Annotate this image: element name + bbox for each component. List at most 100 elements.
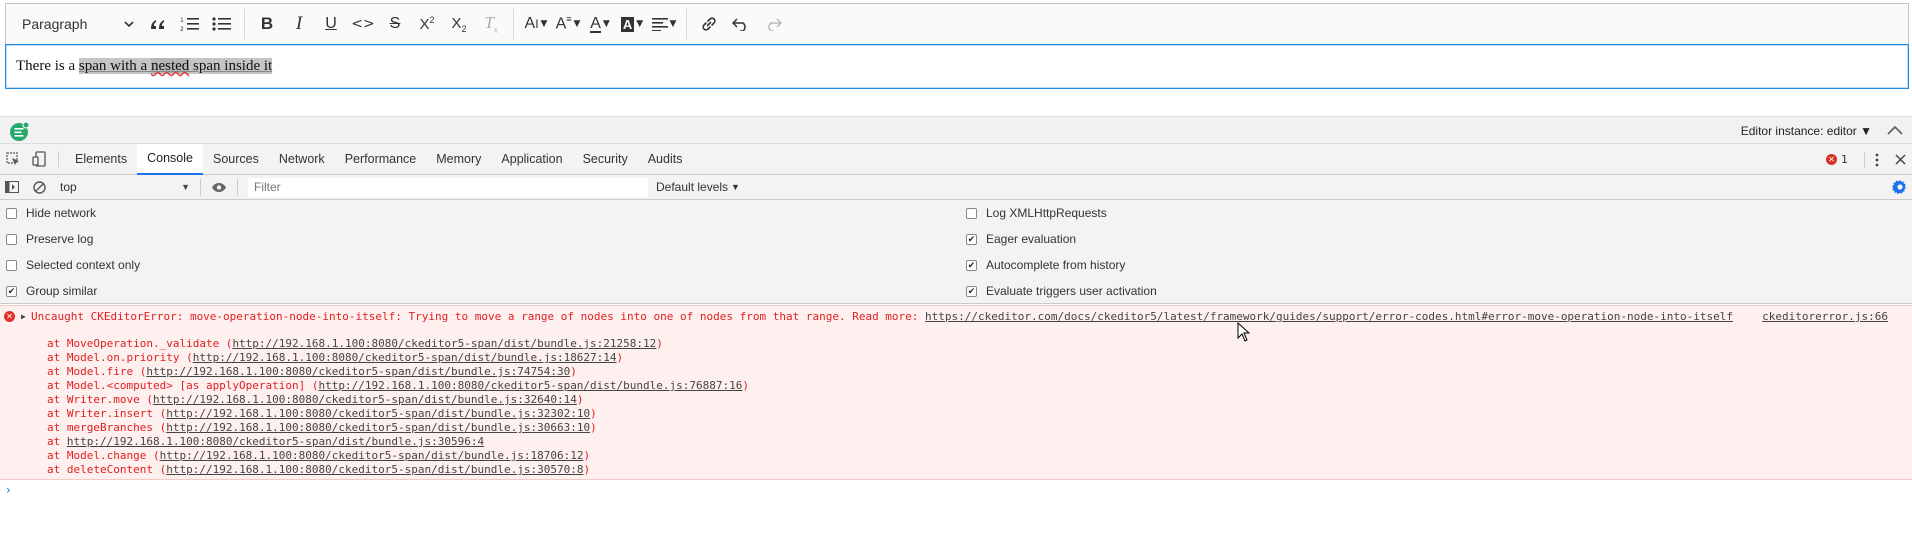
frame-text: at Model.<computed> [as applyOperation] …	[47, 379, 319, 392]
kebab-menu-icon[interactable]	[1875, 153, 1879, 167]
frame-text: at Writer.move (	[47, 393, 153, 406]
editor-toolbar: Paragraph 12 B I U <> S X2 X2 Tx AI ▼ A≡ ▼…	[5, 3, 1909, 44]
toolbar-divider	[237, 178, 238, 196]
expand-triangle-icon[interactable]: ▶	[21, 312, 26, 321]
console-filter-input[interactable]	[248, 177, 648, 197]
toolbar-divider	[1864, 151, 1865, 168]
code-button[interactable]: <>	[347, 8, 379, 40]
error-source-link[interactable]: ckeditorerror.js:66	[1762, 310, 1888, 323]
link-button[interactable]	[693, 8, 725, 40]
undo-button[interactable]	[725, 8, 757, 40]
inspect-element-button[interactable]	[0, 152, 26, 166]
bulleted-list-button[interactable]	[206, 8, 238, 40]
font-background-color-dropdown[interactable]: A ▼	[616, 8, 648, 40]
checkbox-checked[interactable]: ✔	[966, 233, 977, 245]
checkbox-checked[interactable]: ✔	[966, 259, 977, 271]
superscript-button[interactable]: X2	[411, 8, 443, 40]
alignment-dropdown[interactable]: ▼	[648, 8, 680, 40]
font-size-dropdown[interactable]: AI ▼	[520, 8, 552, 40]
tab-memory[interactable]: Memory	[426, 144, 491, 175]
quote-icon	[151, 20, 164, 29]
redo-button[interactable]	[757, 8, 789, 40]
setting-eager-evaluation[interactable]: ✔ Eager evaluation	[966, 232, 1076, 246]
eye-icon[interactable]	[211, 182, 227, 193]
checkbox-checked[interactable]: ✔	[6, 285, 17, 297]
span-text: span with a	[78, 58, 151, 74]
frame-link[interactable]: http://192.168.1.100:8080/ckeditor5-span…	[153, 393, 577, 406]
editor-content[interactable]: There is a span with a nested span insid…	[5, 44, 1909, 89]
setting-log-xmlhttprequests[interactable]: Log XMLHttpRequests	[966, 206, 1107, 220]
caret-down-icon: ▼	[540, 19, 548, 29]
clear-console-icon[interactable]	[33, 180, 46, 194]
underline-icon: U	[325, 15, 337, 32]
checkbox[interactable]	[6, 259, 17, 271]
close-icon[interactable]	[1895, 154, 1906, 165]
gear-icon[interactable]	[1892, 179, 1908, 195]
selected-span: span with a nested span inside it	[78, 58, 273, 74]
tab-audits[interactable]: Audits	[638, 144, 693, 175]
underline-button[interactable]: U	[315, 8, 347, 40]
checkbox[interactable]	[6, 233, 17, 245]
numbered-list-button[interactable]: 12	[174, 8, 206, 40]
setting-evaluate-triggers-user-activation[interactable]: ✔ Evaluate triggers user activation	[966, 284, 1157, 298]
setting-hide-network[interactable]: Hide network	[6, 206, 96, 220]
block-quote-button[interactable]	[142, 8, 174, 40]
error-text: Uncaught CKEditorError: move-operation-n…	[31, 310, 1733, 323]
log-levels-dropdown[interactable]: Default levels ▼	[656, 180, 740, 194]
caret-down-icon: ▼	[669, 19, 677, 29]
tab-console[interactable]: Console	[137, 143, 203, 175]
frame-link[interactable]: http://192.168.1.100:8080/ckeditor5-span…	[67, 435, 484, 448]
log-levels-label: Default levels	[656, 180, 729, 194]
checkbox[interactable]	[6, 207, 17, 219]
font-family-icon: A≡	[555, 14, 572, 33]
tab-elements[interactable]: Elements	[65, 144, 137, 175]
tab-performance[interactable]: Performance	[335, 144, 427, 175]
subscript-icon: X2	[451, 14, 467, 34]
remove-format-button[interactable]: Tx	[475, 8, 507, 40]
frame-link[interactable]: http://192.168.1.100:8080/ckeditor5-span…	[166, 421, 590, 434]
font-background-icon: A	[620, 16, 635, 32]
frame-link[interactable]: http://192.168.1.100:8080/ckeditor5-span…	[160, 449, 584, 462]
strikethrough-button[interactable]: S	[379, 8, 411, 40]
bold-icon: B	[260, 14, 274, 33]
heading-dropdown[interactable]: Paragraph	[12, 8, 142, 40]
device-toolbar-button[interactable]	[26, 151, 52, 167]
frame-link[interactable]: http://192.168.1.100:8080/ckeditor5-span…	[193, 351, 617, 364]
execution-context-select[interactable]: top ▼	[60, 178, 194, 197]
svg-text:1: 1	[180, 17, 184, 24]
error-docs-link[interactable]: https://ckeditor.com/docs/ckeditor5/late…	[925, 310, 1733, 323]
frame-link[interactable]: http://192.168.1.100:8080/ckeditor5-span…	[319, 379, 743, 392]
tab-network[interactable]: Network	[269, 144, 335, 175]
italic-button[interactable]: I	[283, 8, 315, 40]
checkbox[interactable]	[966, 207, 977, 219]
caret-down-icon: ▼	[573, 19, 581, 29]
setting-label: Eager evaluation	[986, 232, 1077, 246]
setting-selected-context-only[interactable]: Selected context only	[6, 258, 140, 272]
error-counter[interactable]: ✕ 1	[1826, 153, 1848, 166]
tab-sources[interactable]: Sources	[203, 144, 269, 175]
devtools-right-controls: ✕ 1	[1826, 144, 1912, 175]
editor-instance-selector[interactable]: Editor instance: editor ▼	[1741, 124, 1872, 138]
setting-group-similar[interactable]: ✔ Group similar	[6, 284, 97, 298]
frame-link[interactable]: http://192.168.1.100:8080/ckeditor5-span…	[166, 407, 590, 420]
show-sidebar-icon[interactable]	[5, 181, 19, 193]
frame-link[interactable]: http://192.168.1.100:8080/ckeditor5-span…	[146, 365, 570, 378]
console-prompt[interactable]: ›	[6, 483, 11, 497]
chevron-up-icon[interactable]	[1886, 122, 1904, 138]
bold-button[interactable]: B	[251, 8, 283, 40]
stack-frame: at Model.<computed> [as applyOperation] …	[47, 379, 749, 393]
setting-preserve-log[interactable]: Preserve log	[6, 232, 93, 246]
frame-text: )	[576, 393, 584, 406]
font-color-dropdown[interactable]: A ▼	[584, 8, 616, 40]
font-size-icon: AI	[524, 15, 539, 32]
bulleted-list-icon	[212, 17, 231, 31]
tab-security[interactable]: Security	[573, 144, 638, 175]
chevron-down-icon	[124, 20, 134, 27]
subscript-button[interactable]: X2	[443, 8, 475, 40]
font-family-dropdown[interactable]: A≡ ▼	[552, 8, 584, 40]
frame-link[interactable]: http://192.168.1.100:8080/ckeditor5-span…	[232, 337, 656, 350]
checkbox-checked[interactable]: ✔	[966, 285, 977, 297]
tab-application[interactable]: Application	[491, 144, 572, 175]
frame-link[interactable]: http://192.168.1.100:8080/ckeditor5-span…	[166, 463, 583, 476]
setting-autocomplete-from-history[interactable]: ✔ Autocomplete from history	[966, 258, 1125, 272]
